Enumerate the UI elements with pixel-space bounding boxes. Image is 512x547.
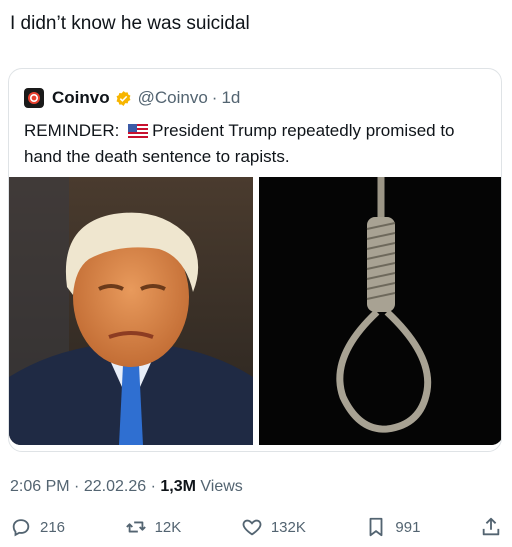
repost-count: 12K <box>154 518 182 536</box>
views-count: 1,3M <box>160 478 196 495</box>
post-time[interactable]: 2:06 PM <box>10 478 70 495</box>
share-button[interactable] <box>480 516 502 538</box>
author-name[interactable]: Coinvo <box>52 88 110 108</box>
reply-count: 216 <box>40 518 66 536</box>
bookmark-count: 991 <box>395 518 421 536</box>
author-handle[interactable]: @Coinvo <box>138 88 208 108</box>
post-age[interactable]: 1d <box>221 88 240 108</box>
coinvo-logo-icon[interactable] <box>24 88 44 108</box>
us-flag-icon <box>128 121 149 145</box>
quoted-post-card[interactable]: Coinvo @Coinvo · 1d REMINDER: President … <box>8 68 502 452</box>
reply-button[interactable]: 216 <box>10 516 65 538</box>
post-meta: 2:06 PM · 22.02.26 · 1,3M Views <box>10 478 243 496</box>
action-bar: 216 12K 132K 991 <box>10 514 502 540</box>
header-separator: · <box>211 88 218 107</box>
quoted-post-text: REMINDER: President Trump repeatedly pro… <box>24 119 494 169</box>
post-text: I didn’t know he was suicidal <box>10 13 250 34</box>
heart-icon <box>242 519 262 536</box>
quoted-post-header: Coinvo @Coinvo · 1d <box>24 87 240 109</box>
meta-separator: · <box>74 478 80 495</box>
post-date[interactable]: 22.02.26 <box>84 478 146 495</box>
bookmark-button[interactable]: 991 <box>365 516 420 538</box>
repost-icon <box>125 521 146 533</box>
noose-photo[interactable] <box>259 177 501 445</box>
reminder-label: REMINDER: <box>24 121 120 140</box>
portrait-photo[interactable] <box>9 177 253 445</box>
reply-icon <box>12 519 30 537</box>
repost-button[interactable]: 12K <box>125 516 182 538</box>
bookmark-icon <box>370 517 383 537</box>
verified-badge-icon <box>115 90 132 107</box>
share-icon <box>482 517 500 536</box>
views-label: Views <box>200 478 243 495</box>
meta-separator: · <box>150 478 156 495</box>
like-button[interactable]: 132K <box>241 516 306 538</box>
like-count: 132K <box>270 518 306 536</box>
